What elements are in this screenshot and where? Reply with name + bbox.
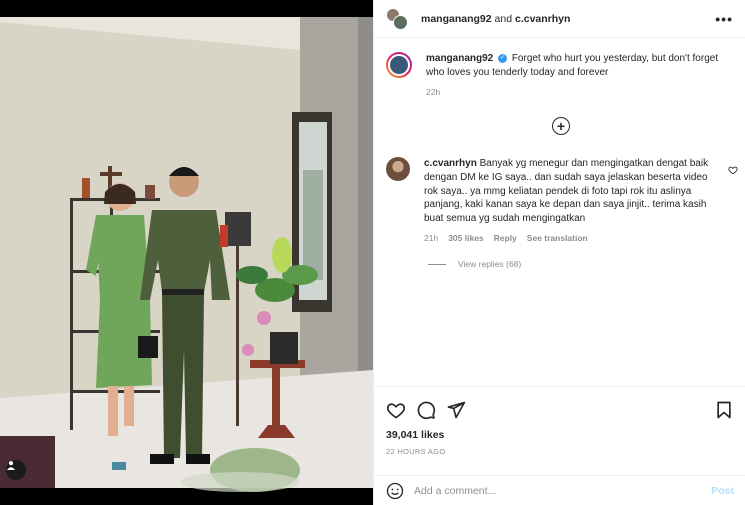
caption-username[interactable]: manganang92: [426, 53, 493, 64]
reply-button[interactable]: Reply: [494, 232, 517, 246]
replies-divider: [428, 263, 446, 265]
comment-item: c.cvanrhyn Banyak yg menegur dan menging…: [386, 157, 738, 246]
post-actions-section: 39,041 likes 22 HOURS AGO: [374, 386, 745, 456]
header-joiner: and: [494, 12, 513, 25]
avatar: [393, 14, 408, 30]
post-details-panel: manganang92 and c.cvanrhyn ••• manganang…: [373, 0, 745, 505]
post-dialog: manganang92 and c.cvanrhyn ••• manganang…: [0, 0, 745, 505]
comment-like-heart-icon[interactable]: [728, 165, 738, 175]
post-photo[interactable]: [0, 0, 373, 505]
user-tag-icon: [7, 461, 15, 470]
post-timestamp[interactable]: 22 HOURS AGO: [374, 441, 745, 456]
comment-likes[interactable]: 305 likes: [448, 232, 483, 246]
comment-avatar[interactable]: [386, 157, 410, 181]
action-bar: [374, 387, 745, 423]
comment-meta: 21h 305 likes Reply See translation: [424, 232, 719, 246]
collab-usernames: manganang92 and c.cvanrhyn: [421, 13, 715, 25]
caption-avatar[interactable]: [386, 52, 412, 78]
verified-badge-icon: ✓: [498, 53, 508, 63]
load-more-comments-button[interactable]: +: [552, 117, 570, 135]
more-horizontal-icon: •••: [715, 10, 733, 27]
bookmark-icon[interactable]: [714, 400, 734, 420]
header-username-1[interactable]: manganang92: [421, 13, 492, 25]
photo-illustration: [0, 17, 373, 492]
plus-circle-icon: +: [556, 118, 566, 134]
comment-icon[interactable]: [416, 400, 436, 420]
heart-icon[interactable]: [386, 400, 406, 420]
post-comment-button[interactable]: Post: [711, 485, 734, 497]
user-tag-button[interactable]: [6, 460, 26, 480]
add-comment-bar: Post: [374, 475, 745, 505]
comment-time[interactable]: 21h: [424, 232, 438, 246]
send-icon[interactable]: [446, 400, 466, 420]
view-replies-label: View replies (68): [458, 259, 522, 269]
comment-username[interactable]: c.cvanrhyn: [424, 158, 477, 169]
collab-avatars[interactable]: [386, 7, 408, 30]
likes-count[interactable]: 39,041 likes: [374, 423, 745, 441]
see-translation-button[interactable]: See translation: [527, 232, 588, 246]
post-caption: manganang92 ✓ Forget who hurt you yester…: [374, 38, 745, 100]
view-replies-button[interactable]: View replies (68): [428, 259, 521, 269]
header-username-2[interactable]: c.cvanrhyn: [515, 13, 570, 25]
add-comment-input[interactable]: [414, 484, 712, 497]
post-header: manganang92 and c.cvanrhyn •••: [374, 0, 745, 38]
caption-time[interactable]: 22h: [426, 86, 733, 100]
more-options-button[interactable]: •••: [715, 11, 733, 27]
emoji-icon[interactable]: [386, 482, 404, 500]
